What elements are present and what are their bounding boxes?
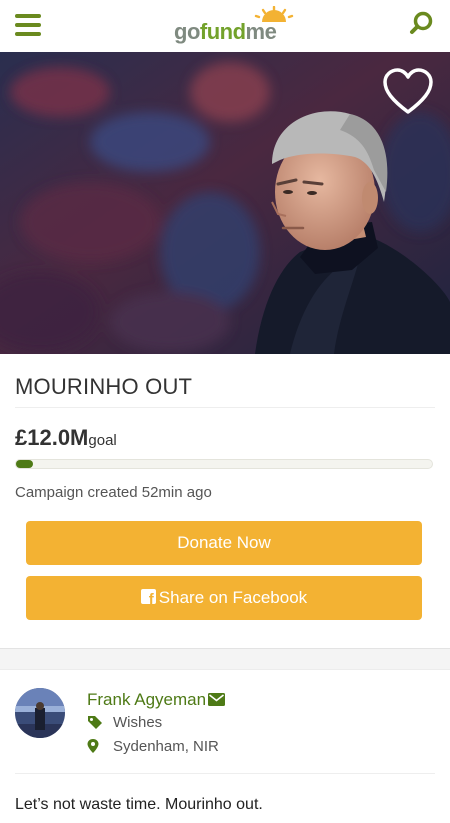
avatar-photo — [15, 688, 65, 738]
campaign-title: MOURINHO OUT — [15, 374, 193, 399]
progress-bar — [15, 459, 433, 469]
share-on-facebook-button[interactable]: Share on Facebook — [26, 576, 422, 620]
donate-now-button[interactable]: Donate Now — [26, 521, 422, 565]
divider — [15, 773, 435, 774]
envelope-icon[interactable] — [208, 693, 226, 706]
share-label: Share on Facebook — [158, 588, 308, 607]
search-icon[interactable] — [408, 10, 436, 38]
organizer-name[interactable]: Frank Agyeman — [87, 690, 226, 710]
organizer-location: Sydenham, NIR — [87, 738, 219, 755]
facebook-icon — [140, 589, 156, 607]
campaign-created-time: Campaign created 52min ago — [15, 484, 212, 501]
goal-label: goal — [88, 432, 117, 449]
campaign-goal: £12.0Mgoal — [15, 425, 117, 451]
divider — [15, 407, 435, 408]
progress-bar-fill — [16, 460, 33, 468]
tag-icon — [88, 716, 102, 729]
app-header: gofundme — [0, 0, 450, 52]
section-separator — [0, 648, 450, 670]
logo-wordmark: gofundme — [174, 19, 277, 44]
heart-outline-icon[interactable] — [382, 68, 434, 116]
gofundme-logo[interactable]: gofundme — [174, 6, 294, 46]
campaign-hero-image — [0, 52, 450, 354]
campaign-story: Let’s not waste time. Mourinho out. — [15, 796, 263, 813]
map-pin-icon — [87, 739, 99, 753]
goal-amount: £12.0M — [15, 425, 89, 450]
organizer-avatar[interactable] — [15, 688, 65, 738]
hamburger-menu-icon[interactable] — [15, 14, 41, 36]
organizer-category[interactable]: Wishes — [87, 714, 162, 731]
